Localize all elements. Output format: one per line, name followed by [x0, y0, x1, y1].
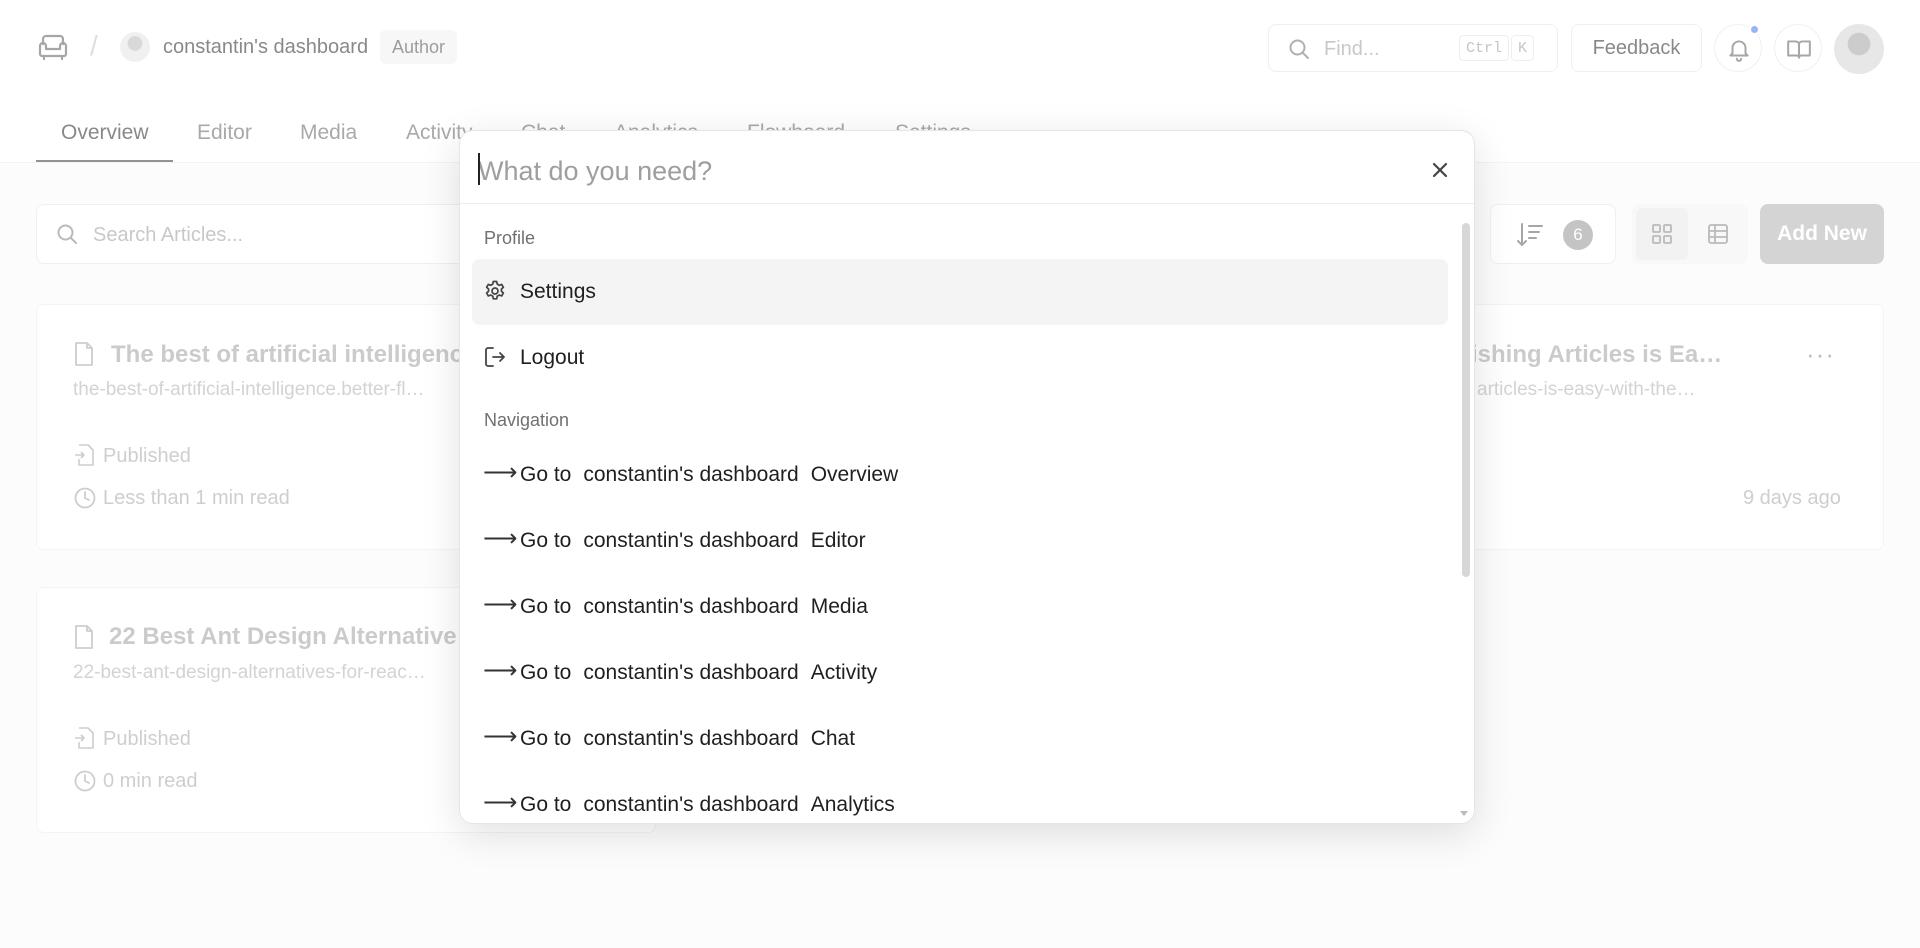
arrow-right-icon: ⟶ [483, 590, 518, 618]
arrow-right-icon: ⟶ [483, 788, 518, 816]
command-item-label: Go to constantin's dashboard Editor [520, 529, 866, 552]
close-icon[interactable] [1425, 155, 1455, 185]
command-item-label: Go to constantin's dashboard Activity [520, 661, 878, 684]
command-item-label: Settings [520, 280, 596, 303]
arrow-right-icon: ⟶ [483, 458, 518, 486]
command-item-logout[interactable]: Logout [472, 325, 1448, 391]
command-item-label: Logout [520, 346, 585, 369]
command-palette: Profile Settings Logout Navigation ⟶ Go … [459, 130, 1475, 824]
palette-scrollbar-thumb[interactable] [1462, 223, 1470, 577]
logout-icon [485, 347, 505, 367]
gear-icon [485, 280, 505, 300]
section-label-profile: Profile [484, 228, 536, 248]
text-caret [478, 153, 480, 185]
command-item-settings[interactable]: Settings [472, 259, 1448, 325]
palette-divider [460, 203, 1474, 204]
scroll-down-arrow-icon[interactable] [1460, 811, 1468, 816]
command-item-label: Go to constantin's dashboard Chat [520, 727, 856, 750]
command-item-goto-chat[interactable]: ⟶ Go to constantin's dashboard Chat [472, 706, 1448, 772]
command-item-goto-activity[interactable]: ⟶ Go to constantin's dashboard Activity [472, 640, 1448, 706]
arrow-right-icon: ⟶ [483, 524, 518, 552]
command-item-label: Go to constantin's dashboard Media [520, 595, 868, 618]
command-search-input[interactable] [478, 151, 1378, 191]
arrow-right-icon: ⟶ [483, 722, 518, 750]
command-item-label: Go to constantin's dashboard Overview [520, 463, 899, 486]
command-item-label: Go to constantin's dashboard Analytics [520, 793, 895, 816]
section-label-navigation: Navigation [484, 410, 570, 430]
arrow-right-icon: ⟶ [483, 656, 518, 684]
command-item-goto-analytics[interactable]: ⟶ Go to constantin's dashboard Analytics [472, 772, 1448, 823]
command-item-goto-overview[interactable]: ⟶ Go to constantin's dashboard Overview [472, 442, 1448, 508]
command-item-goto-editor[interactable]: ⟶ Go to constantin's dashboard Editor [472, 508, 1448, 574]
command-item-goto-media[interactable]: ⟶ Go to constantin's dashboard Media [472, 574, 1448, 640]
